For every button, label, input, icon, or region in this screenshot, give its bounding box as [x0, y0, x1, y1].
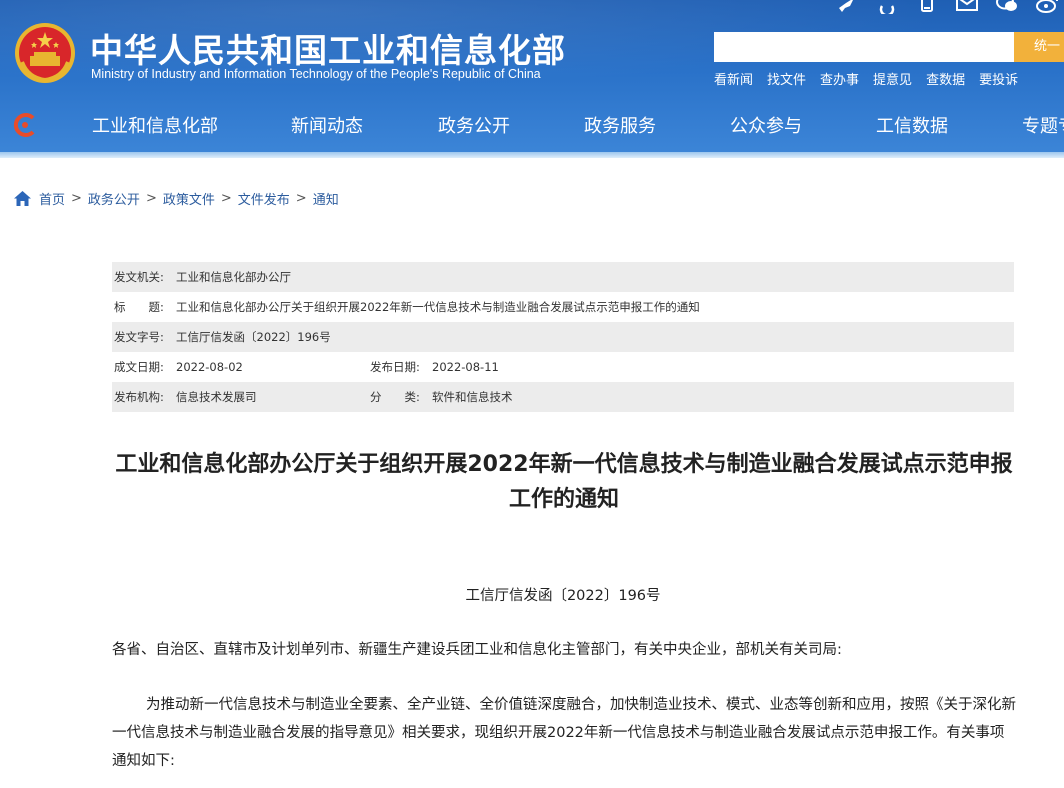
weibo-icon[interactable]	[1036, 0, 1058, 14]
nav-item-data[interactable]: 工信数据	[876, 112, 948, 138]
quick-link-feedback[interactable]: 提意见	[873, 69, 912, 88]
article-title: 工业和信息化部办公厅关于组织开展2022年新一代信息技术与制造业融合发展试点示范…	[115, 452, 1013, 512]
home-icon[interactable]	[14, 191, 31, 206]
meta-label: 发文字号:	[114, 330, 164, 344]
nav-item-topics[interactable]: 专题专	[1022, 112, 1064, 138]
meta-row-issuer: 发文机关: 工业和信息化部办公厅	[112, 262, 1014, 292]
article-paragraph: 各省、自治区、直辖市及计划单列市、新疆生产建设兵团工业和信息化主管部门，有关中央…	[112, 642, 842, 658]
meta-issuer: 工业和信息化部办公厅	[176, 270, 291, 284]
breadcrumb-policy[interactable]: 政策文件	[163, 189, 215, 208]
breadcrumb-separator: >	[220, 191, 232, 206]
quick-link-data[interactable]: 查数据	[926, 69, 965, 88]
breadcrumb-publish[interactable]: 文件发布	[238, 189, 290, 208]
meta-label: 标 题:	[114, 300, 164, 314]
quick-link-complaint[interactable]: 要投诉	[979, 69, 1018, 88]
quick-links: 看新闻 找文件 查办事 提意见 查数据 要投诉	[714, 69, 1018, 88]
breadcrumb-home[interactable]: 首页	[39, 189, 65, 208]
site-title[interactable]: 中华人民共和国工业和信息化部	[90, 24, 566, 72]
breadcrumb-separator: >	[145, 191, 157, 206]
nav-item-gov-affairs[interactable]: 政务公开	[438, 112, 510, 138]
nav-item-miit[interactable]: 工业和信息化部	[92, 112, 218, 138]
meta-created-date: 2022-08-02	[176, 360, 243, 374]
meta-row-org: 发布机构: 信息技术发展司 分 类: 软件和信息技术	[112, 382, 1014, 412]
wechat-icon[interactable]	[996, 0, 1018, 14]
site-header: 中华人民共和国工业和信息化部 Ministry of Industry and …	[0, 0, 1064, 158]
quick-link-services[interactable]: 查办事	[820, 69, 859, 88]
meta-category: 软件和信息技术	[432, 390, 513, 404]
site-subtitle-en: Ministry of Industry and Information Tec…	[91, 67, 541, 81]
main-nav: 工业和信息化部 新闻动态 政务公开 政务服务 公众参与 工信数据 专题专	[0, 100, 1064, 152]
meta-label: 成文日期:	[114, 360, 164, 374]
nav-item-participation[interactable]: 公众参与	[730, 112, 802, 138]
meta-row-docno: 发文字号: 工信厅信发函〔2022〕196号	[112, 322, 1014, 352]
nav-item-news[interactable]: 新闻动态	[291, 112, 363, 138]
meta-label: 分 类:	[370, 390, 420, 404]
top-icon-bar	[836, 0, 1058, 17]
bird-icon[interactable]	[836, 0, 858, 14]
quick-link-files[interactable]: 找文件	[767, 69, 806, 88]
document-meta-table: 发文机关: 工业和信息化部办公厅 标 题: 工业和信息化部办公厅关于组织开展20…	[112, 262, 1014, 412]
miit-logo-icon[interactable]	[12, 112, 38, 138]
meta-title: 工业和信息化部办公厅关于组织开展2022年新一代信息技术与制造业融合发展试点示范…	[176, 300, 700, 314]
meta-label: 发布机构:	[114, 390, 164, 404]
national-emblem-logo[interactable]	[14, 22, 76, 84]
meta-row-dates: 成文日期: 2022-08-02 发布日期: 2022-08-11	[112, 352, 1014, 382]
breadcrumb: 首页 > 政务公开 > 政策文件 > 文件发布 > 通知	[14, 189, 339, 208]
meta-label: 发布日期:	[370, 360, 420, 374]
breadcrumb-separator: >	[295, 191, 307, 206]
accessibility-icon[interactable]	[876, 0, 898, 17]
mail-icon[interactable]	[956, 0, 978, 14]
meta-org: 信息技术发展司	[176, 390, 257, 404]
meta-row-title: 标 题: 工业和信息化部办公厅关于组织开展2022年新一代信息技术与制造业融合发…	[112, 292, 1014, 322]
meta-label: 发文机关:	[114, 270, 164, 284]
meta-published-date: 2022-08-11	[432, 360, 499, 374]
search-button[interactable]: 统一	[1014, 32, 1064, 62]
nav-item-services[interactable]: 政务服务	[584, 112, 656, 138]
breadcrumb-separator: >	[71, 191, 82, 206]
mobile-icon[interactable]	[916, 0, 938, 14]
quick-link-news[interactable]: 看新闻	[714, 69, 753, 88]
breadcrumb-notice[interactable]: 通知	[313, 189, 339, 208]
meta-docno: 工信厅信发函〔2022〕196号	[176, 330, 331, 344]
article-doc-number: 工信厅信发函〔2022〕196号	[465, 588, 661, 604]
breadcrumb-gov-affairs[interactable]: 政务公开	[88, 189, 140, 208]
article-paragraph: 为推动新一代信息技术与制造业全要素、全产业链、全价值链深度融合，加快制造业技术、…	[112, 697, 1016, 769]
search-input[interactable]	[714, 32, 1014, 62]
